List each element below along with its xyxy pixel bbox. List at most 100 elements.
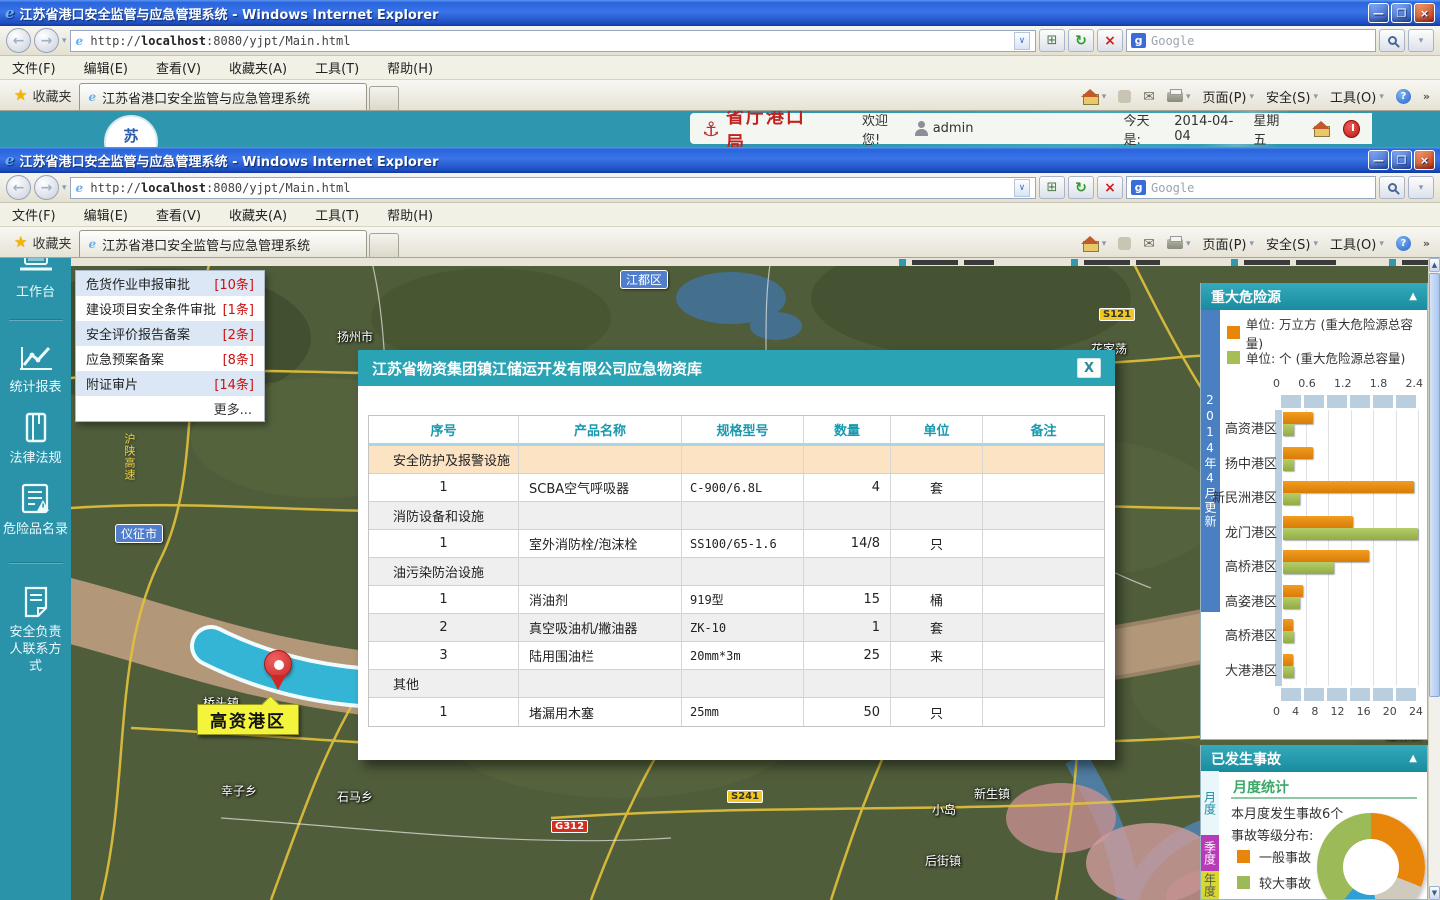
bar-volume — [1283, 585, 1303, 597]
minimize-button[interactable]: — — [1368, 3, 1389, 23]
favorites-button[interactable]: ★ 收藏夹 — [6, 229, 79, 255]
logout-power-icon[interactable] — [1343, 120, 1360, 138]
compatibility-view-button[interactable]: ⊞ — [1039, 29, 1065, 52]
back-button[interactable]: ← — [6, 175, 31, 200]
menu-help[interactable]: 帮助(H) — [387, 205, 433, 224]
refresh-button[interactable]: ↻ — [1068, 176, 1094, 199]
banner-home-icon[interactable] — [1312, 121, 1329, 137]
overflow-chevrons-icon[interactable]: » — [1423, 90, 1430, 103]
map-label-town: 后街镇 — [925, 852, 961, 869]
forward-button[interactable]: → — [34, 28, 59, 53]
bar-volume — [1283, 619, 1293, 631]
stop-button[interactable]: × — [1097, 176, 1123, 199]
collapse-icon[interactable]: ▲ — [1409, 753, 1417, 764]
window-title-bar[interactable]: e 江苏省港口安全监管与应急管理系统 - Windows Internet Ex… — [0, 0, 1440, 26]
url-field[interactable]: e http://localhost:8080/yjpt/Main.html ∨ — [70, 30, 1036, 52]
sidebar-item-laws[interactable]: 法律法规 — [0, 412, 71, 467]
history-dropdown-icon[interactable]: ▾ — [62, 36, 67, 46]
tools-menu[interactable]: 工具(O)▾ — [1330, 234, 1384, 253]
search-button[interactable] — [1379, 176, 1405, 199]
restore-button[interactable]: ❐ — [1391, 150, 1412, 170]
minimize-button[interactable]: — — [1368, 150, 1389, 170]
security-menu[interactable]: 安全(S)▾ — [1266, 234, 1318, 253]
browser-tab[interactable]: e 江苏省港口安全监管与应急管理系统 — [79, 230, 367, 257]
back-button[interactable]: ← — [6, 28, 31, 53]
page-menu[interactable]: 页面(P)▾ — [1203, 87, 1255, 106]
stop-button[interactable]: × — [1097, 29, 1123, 52]
history-dropdown-icon[interactable]: ▾ — [62, 183, 67, 193]
mail-icon[interactable]: ✉ — [1143, 89, 1155, 105]
search-options-dropdown[interactable]: ▾ — [1408, 29, 1434, 52]
forward-button[interactable]: → — [34, 175, 59, 200]
workbench-menu-item[interactable]: 建设项目安全条件审批[1条] — [76, 296, 264, 321]
tab-yearly[interactable]: 年度 — [1201, 871, 1219, 899]
menu-item-count: [10条] — [214, 274, 254, 293]
menu-favorites[interactable]: 收藏夹(A) — [229, 205, 287, 224]
search-input[interactable]: g Google — [1126, 29, 1376, 52]
help-icon[interactable]: ? — [1396, 236, 1411, 251]
table-row: 1SCBA空气呼吸器C-900/6.8L4套 — [369, 474, 1104, 502]
window-title-bar[interactable]: e 江苏省港口安全监管与应急管理系统 - Windows Internet Ex… — [0, 147, 1440, 173]
menu-bar: 文件(F) 编辑(E) 查看(V) 收藏夹(A) 工具(T) 帮助(H) — [0, 56, 1440, 80]
sidebar-item-reports[interactable]: 统计报表 — [0, 343, 71, 396]
restore-button[interactable]: ❐ — [1391, 3, 1412, 23]
menu-view[interactable]: 查看(V) — [156, 58, 201, 77]
search-input[interactable]: g Google — [1126, 176, 1376, 199]
sidebar-item-workbench[interactable]: 工作台 — [0, 258, 71, 301]
search-options-dropdown[interactable]: ▾ — [1408, 176, 1434, 199]
hazard-panel-header[interactable]: 重大危险源 ▲ — [1201, 283, 1427, 310]
favorites-button[interactable]: ★ 收藏夹 — [6, 82, 79, 108]
search-button[interactable] — [1379, 29, 1405, 52]
page-menu[interactable]: 页面(P)▾ — [1203, 234, 1255, 253]
accidents-panel-header[interactable]: 已发生事故 ▲ — [1201, 745, 1427, 772]
new-tab-button[interactable] — [369, 86, 399, 110]
page-scrollbar[interactable]: ▲ ▼ — [1428, 258, 1440, 900]
print-button[interactable]: ▾ — [1167, 239, 1191, 249]
menu-view[interactable]: 查看(V) — [156, 205, 201, 224]
table-cell: 只 — [891, 698, 983, 726]
workbench-menu-item[interactable]: 危货作业申报审批[10条] — [76, 271, 264, 296]
print-button[interactable]: ▾ — [1167, 92, 1191, 102]
url-dropdown-icon[interactable]: ∨ — [1014, 32, 1030, 50]
workbench-menu-item[interactable]: 附证审片[14条] — [76, 371, 264, 396]
feeds-icon[interactable] — [1118, 237, 1131, 250]
sidebar-item-dangerous-goods[interactable]: 危险品名录 — [0, 483, 71, 538]
url-dropdown-icon[interactable]: ∨ — [1014, 179, 1030, 197]
tab-monthly[interactable]: 月度 — [1201, 771, 1219, 835]
home-button[interactable]: ▾ — [1059, 89, 1107, 105]
menu-tools[interactable]: 工具(T) — [315, 205, 359, 224]
scrollbar-thumb[interactable] — [1429, 273, 1440, 697]
refresh-button[interactable]: ↻ — [1068, 29, 1094, 52]
url-field[interactable]: e http://localhost:8080/yjpt/Main.html ∨ — [70, 177, 1036, 199]
scroll-down-button[interactable]: ▼ — [1429, 886, 1440, 900]
menu-help[interactable]: 帮助(H) — [387, 58, 433, 77]
menu-tools[interactable]: 工具(T) — [315, 58, 359, 77]
dialog-close-button[interactable]: X — [1077, 358, 1101, 378]
menu-file[interactable]: 文件(F) — [12, 205, 56, 224]
menu-favorites[interactable]: 收藏夹(A) — [229, 58, 287, 77]
tab-quarterly[interactable]: 季度 — [1201, 835, 1219, 871]
close-button[interactable]: × — [1414, 3, 1435, 23]
collapse-icon[interactable]: ▲ — [1409, 291, 1417, 302]
port-area-label[interactable]: 高资港区 — [197, 704, 299, 735]
menu-more-link[interactable]: 更多... — [76, 396, 264, 421]
tools-menu[interactable]: 工具(O)▾ — [1330, 87, 1384, 106]
workbench-menu-item[interactable]: 应急预案备案[8条] — [76, 346, 264, 371]
help-icon[interactable]: ? — [1396, 89, 1411, 104]
home-button[interactable]: ▾ — [1059, 236, 1107, 252]
feeds-icon[interactable] — [1118, 90, 1131, 103]
new-tab-button[interactable] — [369, 233, 399, 257]
compatibility-view-button[interactable]: ⊞ — [1039, 176, 1065, 199]
security-menu[interactable]: 安全(S)▾ — [1266, 87, 1318, 106]
mail-icon[interactable]: ✉ — [1143, 236, 1155, 252]
scroll-up-button[interactable]: ▲ — [1429, 258, 1440, 272]
map-pin[interactable] — [264, 650, 292, 678]
menu-edit[interactable]: 编辑(E) — [84, 205, 128, 224]
close-button[interactable]: × — [1414, 150, 1435, 170]
menu-file[interactable]: 文件(F) — [12, 58, 56, 77]
overflow-chevrons-icon[interactable]: » — [1423, 237, 1430, 250]
sidebar-item-safety-contacts[interactable]: 安全负责人联系方式 — [0, 586, 71, 675]
menu-edit[interactable]: 编辑(E) — [84, 58, 128, 77]
browser-tab[interactable]: e 江苏省港口安全监管与应急管理系统 — [79, 83, 367, 110]
workbench-menu-item[interactable]: 安全评价报告备案[2条] — [76, 321, 264, 346]
